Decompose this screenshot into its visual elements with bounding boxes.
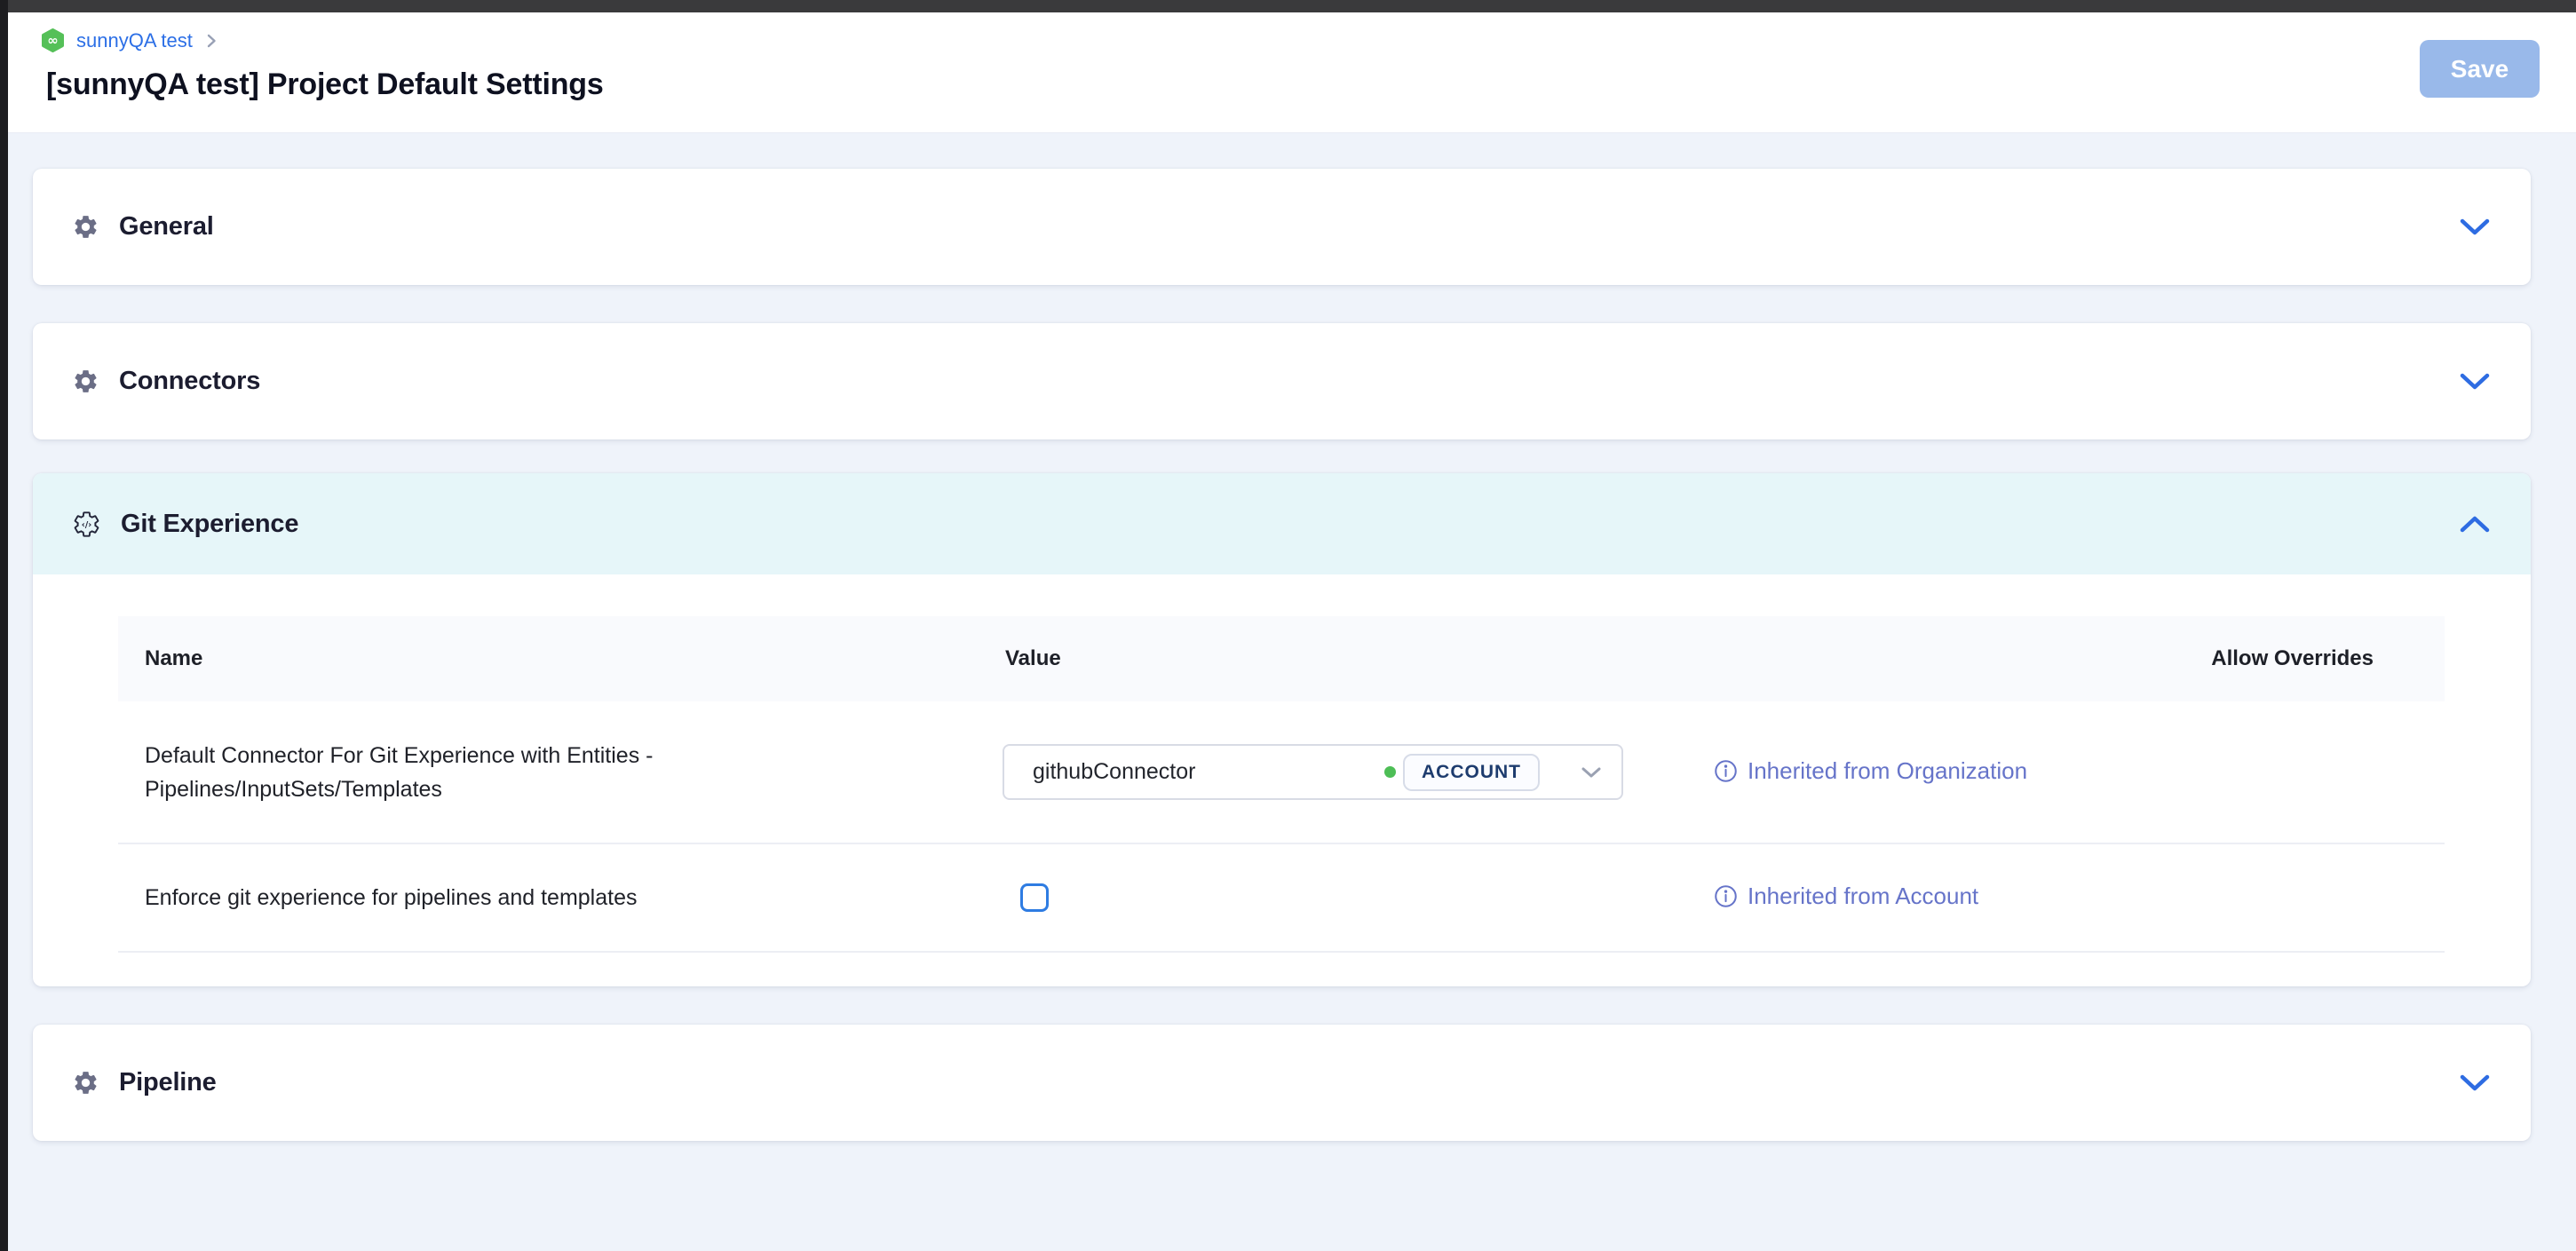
save-button[interactable]: Save bbox=[2420, 40, 2540, 98]
inherited-from-organization-link[interactable]: Inherited from Organization bbox=[1714, 757, 2027, 785]
section-title: General bbox=[119, 212, 214, 241]
section-title: Git Experience bbox=[121, 510, 298, 539]
connector-select-value: githubConnector bbox=[1033, 759, 1195, 785]
info-icon bbox=[1714, 884, 1738, 908]
table-row: Enforce git experience for pipelines and… bbox=[118, 844, 2445, 951]
section-header-left: General bbox=[72, 212, 214, 241]
gear-icon bbox=[72, 368, 99, 395]
top-window-bar bbox=[0, 0, 2576, 12]
inherited-from-account-link[interactable]: Inherited from Account bbox=[1714, 883, 1978, 910]
column-header-allow-overrides: Allow Overrides bbox=[2184, 646, 2445, 671]
chevron-up-icon[interactable] bbox=[2458, 514, 2492, 534]
setting-status-cell: Inherited from Organization bbox=[1714, 757, 2184, 788]
section-card-connectors: Connectors bbox=[33, 323, 2531, 439]
git-settings-gear-icon: ‹/› bbox=[72, 510, 101, 539]
column-header-name: Name bbox=[118, 646, 1003, 671]
section-header-left: ‹/› Git Experience bbox=[72, 510, 298, 539]
setting-name: Enforce git experience for pipelines and… bbox=[118, 881, 1003, 914]
connector-select[interactable]: githubConnector ACCOUNT bbox=[1003, 744, 1623, 800]
connector-scope-badge: ACCOUNT bbox=[1403, 754, 1540, 791]
setting-value-cell bbox=[1003, 883, 1714, 912]
setting-value-cell: githubConnector ACCOUNT bbox=[1003, 744, 1714, 800]
section-header-general[interactable]: General bbox=[33, 169, 2531, 285]
svg-text:‹/›: ‹/› bbox=[82, 519, 91, 529]
chevron-down-icon[interactable] bbox=[2458, 218, 2492, 237]
chevron-down-icon[interactable] bbox=[2458, 1073, 2492, 1093]
enforce-git-experience-checkbox[interactable] bbox=[1020, 883, 1049, 912]
setting-name: Default Connector For Git Experience wit… bbox=[118, 739, 1003, 806]
svg-text:∞: ∞ bbox=[47, 33, 59, 49]
setting-name-line1: Default Connector For Git Experience wit… bbox=[145, 739, 1003, 772]
table-row: Default Connector For Git Experience wit… bbox=[118, 701, 2445, 843]
breadcrumb-chevron-icon bbox=[204, 33, 218, 49]
settings-table: Name Value Allow Overrides Default Conne… bbox=[118, 616, 2445, 953]
left-nav-edge bbox=[0, 0, 8, 1251]
section-header-git-experience[interactable]: ‹/› Git Experience bbox=[33, 473, 2531, 574]
inherited-label: Inherited from Organization bbox=[1748, 757, 2027, 785]
setting-name-line2: Pipelines/InputSets/Templates bbox=[145, 772, 1003, 806]
info-icon bbox=[1714, 759, 1738, 783]
setting-status-cell: Inherited from Account bbox=[1714, 883, 2184, 913]
row-divider bbox=[118, 951, 2445, 953]
section-header-connectors[interactable]: Connectors bbox=[33, 323, 2531, 439]
table-header-row: Name Value Allow Overrides bbox=[118, 616, 2445, 701]
gear-icon bbox=[72, 1069, 99, 1097]
inherited-label: Inherited from Account bbox=[1748, 883, 1978, 910]
section-header-pipeline[interactable]: Pipeline bbox=[33, 1025, 2531, 1141]
page-title: [sunnyQA test] Project Default Settings bbox=[46, 67, 604, 102]
page-header: ∞ sunnyQA test [sunnyQA test] Project De… bbox=[8, 12, 2576, 133]
select-chevron-down-icon bbox=[1581, 766, 1602, 779]
breadcrumb-project-link[interactable]: sunnyQA test bbox=[76, 29, 193, 52]
section-card-pipeline: Pipeline bbox=[33, 1025, 2531, 1141]
section-header-left: Connectors bbox=[72, 367, 260, 396]
connector-status-dot bbox=[1384, 766, 1396, 778]
column-header-value: Value bbox=[1003, 646, 1714, 671]
chevron-down-icon[interactable] bbox=[2458, 372, 2492, 392]
section-header-left: Pipeline bbox=[72, 1068, 217, 1097]
project-icon: ∞ bbox=[41, 28, 65, 52]
gear-icon bbox=[72, 213, 99, 241]
section-title: Pipeline bbox=[119, 1068, 217, 1097]
section-card-general: General bbox=[33, 169, 2531, 285]
section-title: Connectors bbox=[119, 367, 260, 396]
breadcrumb: ∞ sunnyQA test bbox=[41, 28, 218, 52]
section-card-git-experience: ‹/› Git Experience Name Value Allow Over… bbox=[33, 473, 2531, 986]
